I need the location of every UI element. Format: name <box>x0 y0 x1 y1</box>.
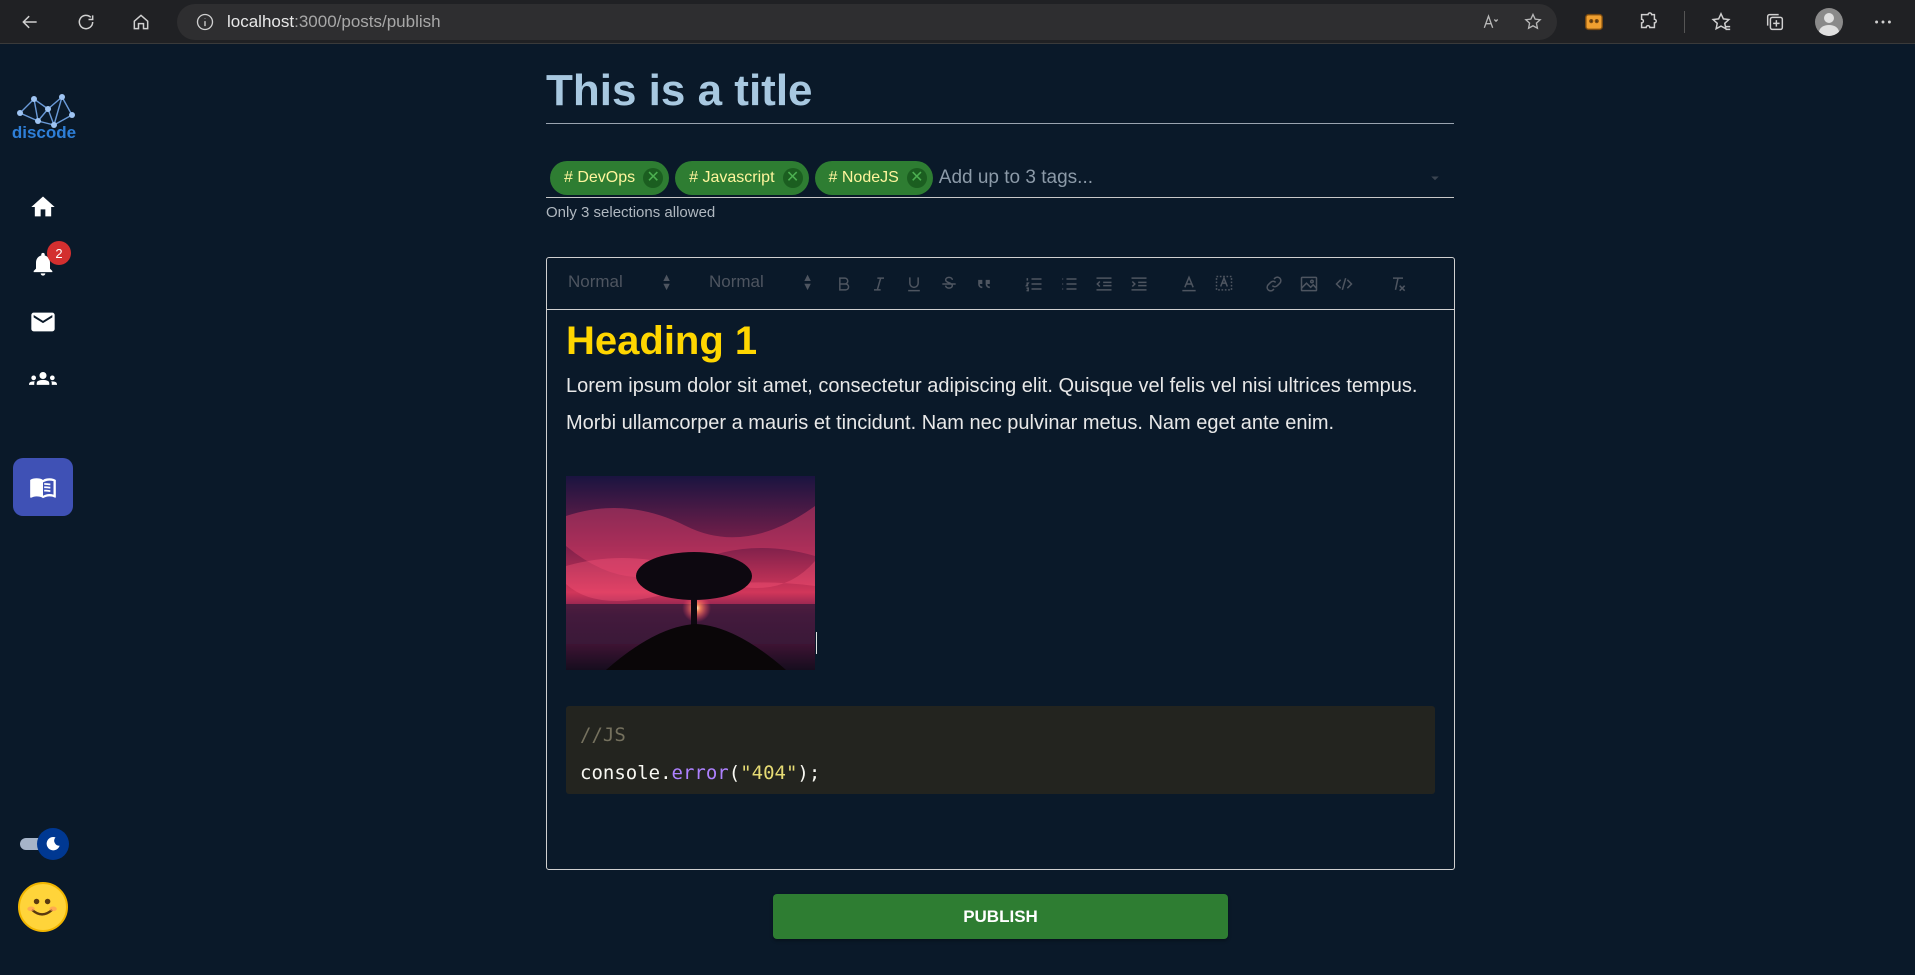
code-icon <box>1335 277 1353 291</box>
header-select[interactable]: Normal ▲ ▼ <box>568 272 672 296</box>
indent-decrease-button[interactable] <box>1091 272 1117 296</box>
avatar[interactable] <box>18 882 68 932</box>
text-color-icon <box>1182 275 1196 292</box>
groups-icon <box>29 372 57 385</box>
more-icon[interactable] <box>1865 4 1901 40</box>
strike-button[interactable] <box>936 272 962 296</box>
rich-text-editor[interactable]: Normal ▲ ▼ Normal ▲ ▼ Heading 1 Lorem ip… <box>546 257 1455 870</box>
url-text[interactable]: localhost:3000/posts/publish <box>227 12 441 32</box>
outdent-icon <box>1096 277 1112 291</box>
content-heading[interactable]: Heading 1 <box>566 318 1436 364</box>
title-field[interactable]: This is a title <box>546 60 1454 124</box>
back-icon[interactable] <box>12 4 48 40</box>
sidebar-item-publish[interactable] <box>13 458 73 516</box>
strikethrough-icon <box>942 276 956 289</box>
tag-chip[interactable]: # Javascript ✕ <box>675 160 809 195</box>
quote-icon <box>978 279 990 289</box>
profile-icon[interactable] <box>1811 4 1847 40</box>
info-icon[interactable] <box>195 12 215 32</box>
chevron-updown-icon: ▲ ▼ <box>661 272 672 293</box>
content-paragraph[interactable]: Lorem ipsum dolor sit amet, consectetur … <box>566 368 1436 442</box>
home-icon <box>31 196 55 217</box>
italic-icon <box>874 277 884 291</box>
logo-text: discode <box>11 123 77 142</box>
clean-format-button[interactable] <box>1385 272 1411 296</box>
image-button[interactable] <box>1296 272 1322 296</box>
tag-chip-label: # Javascript <box>689 168 775 186</box>
chevron-updown-icon: ▲ ▼ <box>802 272 813 293</box>
size-select[interactable]: Normal ▲ ▼ <box>709 272 813 296</box>
tags-helper-text: Only 3 selections allowed <box>546 204 716 221</box>
tag-chip-label: # NodeJS <box>828 168 899 186</box>
moon-icon <box>37 828 69 860</box>
extension-icon[interactable] <box>1576 4 1612 40</box>
read-aloud-icon[interactable] <box>1481 12 1501 32</box>
address-bar[interactable]: localhost:3000/posts/publish <box>177 4 1557 40</box>
sidebar-item-home[interactable] <box>13 178 73 236</box>
toolbar-divider <box>1684 11 1685 33</box>
ordered-list-icon <box>1025 278 1042 292</box>
bullet-list-icon <box>1062 278 1077 290</box>
sidebar-item-notifications[interactable]: 2 <box>13 235 73 293</box>
bullet-list-button[interactable] <box>1056 272 1082 296</box>
tags-input[interactable]: Add up to 3 tags... <box>939 167 1422 189</box>
text-color-button[interactable] <box>1176 272 1202 296</box>
tag-chip-label: # DevOps <box>564 168 636 186</box>
code-block[interactable]: //JS console.error("404"); <box>566 706 1435 794</box>
link-button[interactable] <box>1261 272 1287 296</box>
refresh-icon[interactable] <box>68 4 104 40</box>
collections-icon[interactable] <box>1757 4 1793 40</box>
indent-icon <box>1131 277 1147 291</box>
close-icon[interactable]: ✕ <box>906 167 927 188</box>
puzzle-icon[interactable] <box>1630 4 1666 40</box>
sidebar: discode 2 <box>0 45 86 975</box>
indent-increase-button[interactable] <box>1126 272 1152 296</box>
sidebar-item-groups[interactable] <box>13 350 73 408</box>
notification-badge: 2 <box>47 241 71 265</box>
bold-button[interactable] <box>831 272 857 296</box>
publish-button[interactable]: PUBLISH <box>773 894 1228 939</box>
clear-format-icon <box>1393 277 1406 292</box>
browser-toolbar: localhost:3000/posts/publish <box>0 0 1915 44</box>
tags-autocomplete[interactable]: # DevOps ✕ # Javascript ✕ # NodeJS ✕ Add… <box>546 158 1454 198</box>
mail-icon <box>31 312 55 332</box>
underline-button[interactable] <box>901 272 927 296</box>
favorite-add-icon[interactable] <box>1523 12 1543 32</box>
blockquote-button[interactable] <box>971 272 997 296</box>
sidebar-item-messages[interactable] <box>13 293 73 351</box>
code-comment: //JS <box>580 724 626 746</box>
text-cursor <box>816 632 817 654</box>
editor-content[interactable]: Heading 1 Lorem ipsum dolor sit amet, co… <box>566 318 1436 670</box>
tag-chip[interactable]: # NodeJS ✕ <box>814 160 933 195</box>
background-color-icon <box>1215 275 1233 291</box>
chevron-down-icon[interactable] <box>1422 165 1448 191</box>
italic-button[interactable] <box>866 272 892 296</box>
image-icon <box>1300 276 1318 292</box>
home-icon[interactable] <box>123 4 159 40</box>
ordered-list-button[interactable] <box>1021 272 1047 296</box>
code-block-button[interactable] <box>1331 272 1357 296</box>
editor-toolbar: Normal ▲ ▼ Normal ▲ ▼ <box>547 258 1454 310</box>
background-color-button[interactable] <box>1211 272 1237 296</box>
link-icon <box>1266 276 1282 292</box>
sunset-tree-image[interactable] <box>566 476 815 670</box>
theme-toggle[interactable] <box>20 828 72 860</box>
tag-chip[interactable]: # DevOps ✕ <box>550 160 670 195</box>
post-title[interactable]: This is a title <box>546 66 813 116</box>
code-line: console.error("404"); <box>580 762 821 784</box>
bold-icon <box>839 277 850 291</box>
underline-icon <box>908 277 920 292</box>
close-icon[interactable]: ✕ <box>643 167 664 188</box>
close-icon[interactable]: ✕ <box>782 167 803 188</box>
favorites-icon[interactable] <box>1703 4 1739 40</box>
book-icon <box>30 478 56 499</box>
